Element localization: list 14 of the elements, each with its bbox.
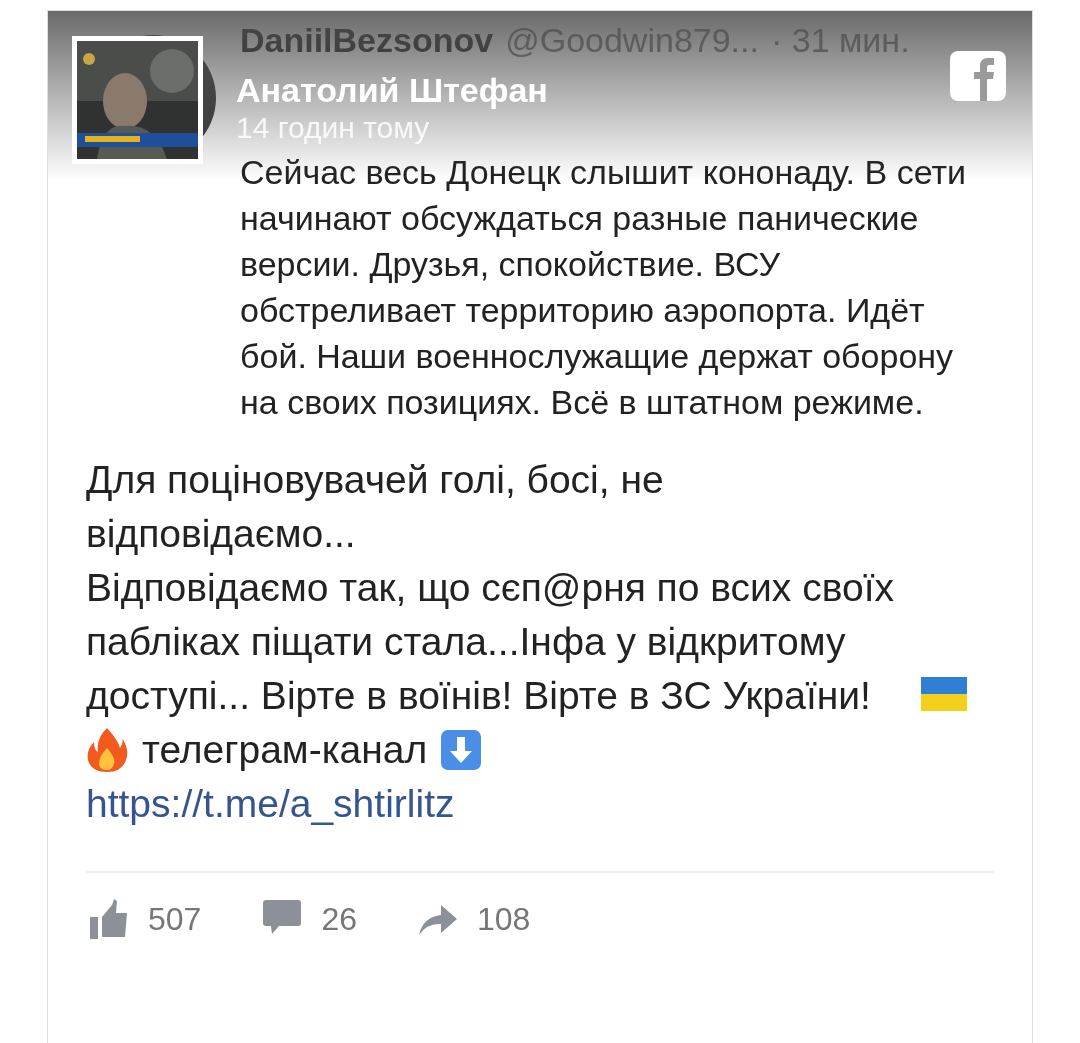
post-text: Відповідаємо так, що сєп@рня по всих своїх пабліках піщати стала...Інфа у відкритому доступі... Вірте в воїнів! Вірте в ЗС України! [86, 565, 895, 719]
fire-icon [86, 728, 128, 772]
channel-label: телеграм-канал [142, 727, 428, 773]
tweet-author: DaniilBezsonov [240, 23, 494, 57]
comment-count: 26 [321, 900, 357, 938]
like-count: 507 [148, 900, 202, 938]
share-icon[interactable] [419, 903, 457, 935]
ukraine-flag-icon [921, 677, 967, 711]
post-text: Для поціновувачей голі, босі, не відповідаємо... [86, 457, 665, 557]
telegram-link[interactable]: https://t.me/a_shtirlitz [86, 782, 455, 825]
tweet-text: Сейчас весь Донецк слышит кононаду. В сети начинают обсуждаться разные панические версии. Друзья, спокойствие. ВСУ обстреливает территорию аэропорта. Идёт бой. Наши военнослужащие держат оборону на своих позициях. Всё в штатном режиме. [240, 152, 967, 423]
thumbs-up-icon[interactable] [90, 899, 128, 939]
share-count: 108 [477, 900, 531, 938]
facebook-icon[interactable] [950, 51, 1006, 101]
